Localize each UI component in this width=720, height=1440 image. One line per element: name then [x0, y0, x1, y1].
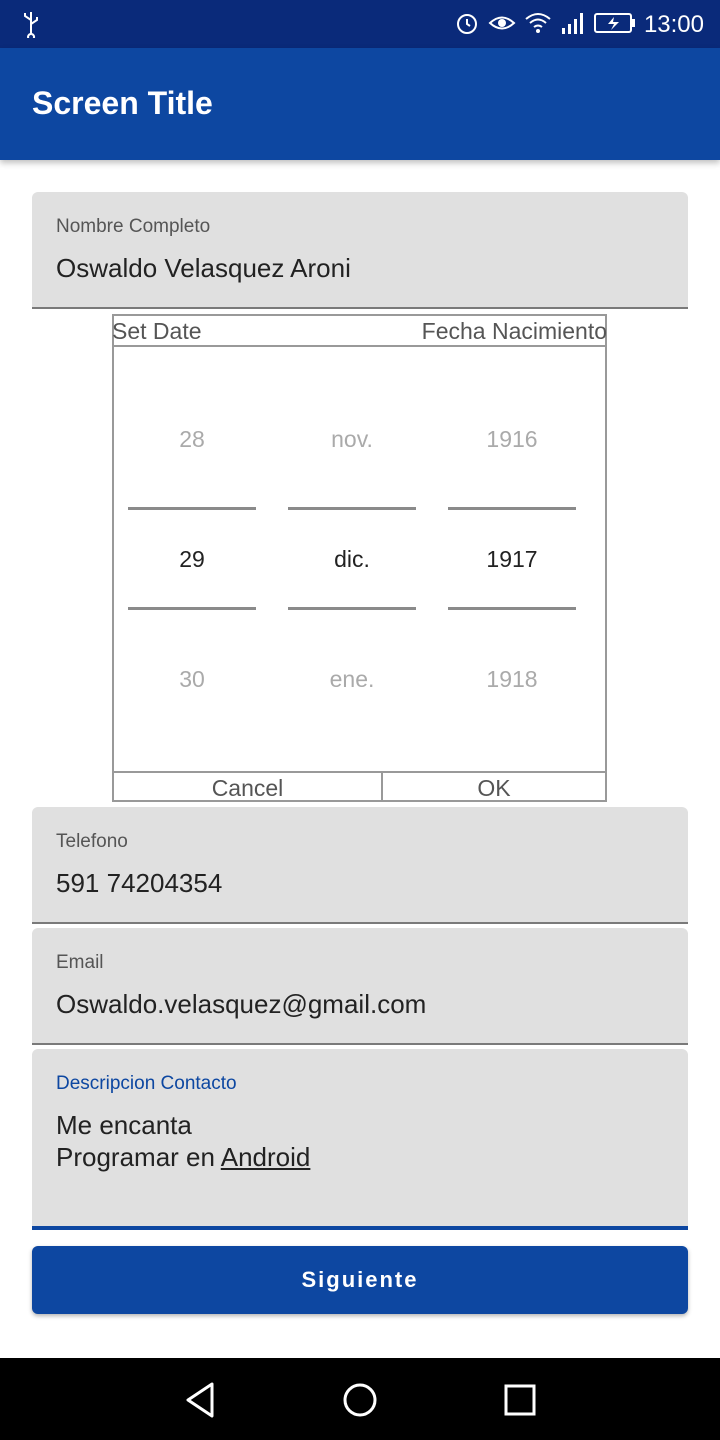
page-title: Screen Title: [32, 85, 213, 121]
description-line-2-text: Programar en: [56, 1142, 221, 1172]
description-value[interactable]: Me encanta Programar en Android: [56, 1109, 310, 1173]
description-spellcheck-word: Android: [220, 1142, 311, 1172]
status-bar: 13:00: [0, 0, 720, 48]
usb-icon: [20, 10, 42, 43]
app-bar: Screen Title: [0, 48, 720, 160]
signal-icon: [560, 10, 586, 41]
day-selection-top: [128, 507, 256, 510]
phone-label: Telefono: [56, 831, 128, 852]
month-selection-top: [288, 507, 416, 510]
full-name-value[interactable]: Oswaldo Velasquez Aroni: [56, 252, 351, 284]
day-selected[interactable]: 29: [128, 546, 256, 573]
month-selected[interactable]: dic.: [288, 546, 416, 573]
date-picker-header-divider: [114, 345, 605, 347]
next-button[interactable]: Siguiente: [32, 1246, 688, 1314]
year-prev[interactable]: 1916: [448, 426, 576, 453]
home-icon[interactable]: [341, 1380, 379, 1425]
month-prev[interactable]: nov.: [288, 426, 416, 453]
phone-field[interactable]: Telefono 591 74204354: [32, 807, 688, 924]
date-picker-title: Set Date: [112, 318, 202, 344]
email-label: Email: [56, 952, 104, 973]
month-selection-bottom: [288, 607, 416, 610]
description-field[interactable]: Descripcion Contacto Me encanta Programa…: [32, 1049, 688, 1230]
ok-button[interactable]: OK: [383, 775, 605, 802]
back-icon[interactable]: [182, 1380, 218, 1425]
date-picker-subtitle: Fecha Nacimiento: [421, 318, 607, 344]
battery-icon: [594, 10, 636, 41]
status-icons: [454, 10, 636, 41]
date-picker-dialog: Set Date Fecha Nacimiento 28 29 30 nov. …: [112, 314, 607, 802]
full-name-label: Nombre Completo: [56, 216, 211, 237]
description-label: Descripcion Contacto: [56, 1073, 237, 1094]
year-selection-top: [448, 507, 576, 510]
year-next[interactable]: 1918: [448, 666, 576, 693]
navigation-bar: [0, 1358, 720, 1440]
alarm-icon: [454, 10, 480, 41]
date-picker-footer-divider: [114, 771, 605, 773]
cancel-button[interactable]: Cancel: [114, 775, 381, 802]
description-line-2: Programar en Android: [56, 1141, 310, 1173]
wifi-icon: [524, 10, 552, 41]
full-name-field[interactable]: Nombre Completo Oswaldo Velasquez Aroni: [32, 192, 688, 309]
description-line-1: Me encanta: [56, 1110, 192, 1140]
full-name-underline: [32, 307, 688, 309]
clock: 13:00: [643, 11, 704, 38]
email-value[interactable]: Oswaldo.velasquez@gmail.com: [56, 988, 426, 1020]
recents-icon[interactable]: [503, 1380, 537, 1425]
phone-value[interactable]: 591 74204354: [56, 867, 222, 899]
month-next[interactable]: ene.: [288, 666, 416, 693]
email-field[interactable]: Email Oswaldo.velasquez@gmail.com: [32, 928, 688, 1045]
eye-icon: [488, 10, 516, 41]
day-next[interactable]: 30: [128, 666, 256, 693]
year-selection-bottom: [448, 607, 576, 610]
day-prev[interactable]: 28: [128, 426, 256, 453]
day-selection-bottom: [128, 607, 256, 610]
year-selected[interactable]: 1917: [448, 546, 576, 573]
